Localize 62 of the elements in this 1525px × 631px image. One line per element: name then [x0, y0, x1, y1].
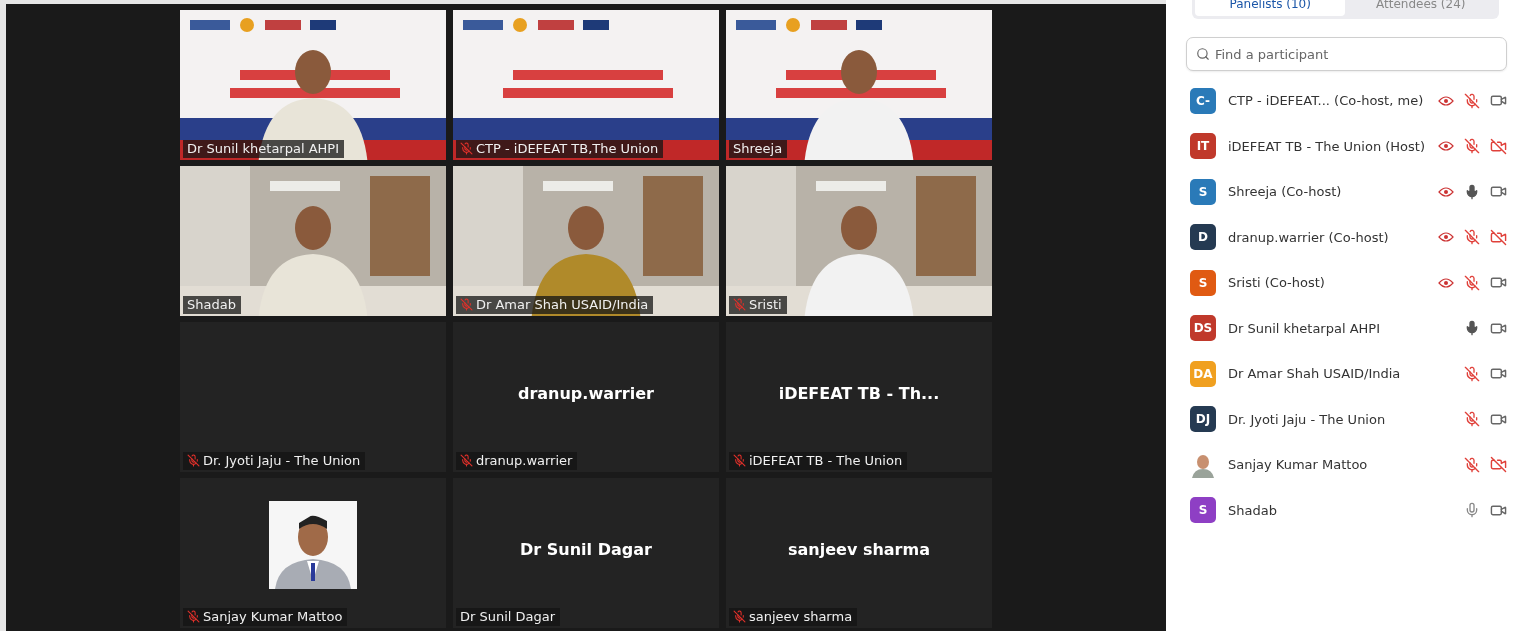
participant-label: CTP - iDEFEAT TB,The Union [475, 141, 659, 156]
participant-name: Dr Sunil Dagar [520, 539, 652, 559]
participant-label: Shadab [186, 297, 236, 312]
participant-name: Dr. Jyoti Jaju - The Union [1227, 411, 1387, 427]
video-tile[interactable]: Shadab [179, 166, 446, 316]
mic-icon[interactable] [1464, 183, 1480, 200]
participant-label: Dr Amar Shah USAID/India [475, 297, 649, 312]
avatar: C- [1189, 87, 1216, 114]
participant-name: sanjeev sharma [788, 539, 930, 559]
participant-label: iDEFEAT TB - The Union [748, 453, 903, 468]
video-tile[interactable]: Dr Sunil Dagar Dr Sunil Dagar [452, 478, 719, 628]
video-off-icon[interactable] [1489, 456, 1507, 474]
video-tile[interactable]: Dr. Jyoti Jaju - The Union [179, 322, 446, 472]
video-tile[interactable]: Sanjay Kumar Mattoo [179, 478, 446, 628]
video-tile[interactable]: Dr Sunil khetarpal AHPI [179, 10, 446, 160]
participant-name: CTP - iDEFEAT... (Co-host, me) [1227, 93, 1425, 109]
avatar: DA [1189, 360, 1216, 387]
participant-label: sanjeev sharma [748, 609, 853, 624]
participant-label: Dr. Jyoti Jaju - The Union [202, 453, 361, 468]
participant-name: Dr Amar Shah USAID/India [1227, 366, 1402, 382]
participant-label: Shreeja [732, 141, 783, 156]
participant-name: Shadab [1227, 502, 1278, 518]
participant-name: iDEFEAT TB - The Union (Host) [1227, 138, 1425, 154]
participant-label: Sristi [748, 297, 782, 312]
muted-mic-icon[interactable] [1464, 456, 1480, 473]
participant-name: Sristi (Co-host) [1227, 275, 1326, 291]
avatar: D [1189, 224, 1216, 251]
participant-name: Shreeja (Co-host) [1227, 184, 1343, 200]
avatar: IT [1189, 133, 1216, 160]
video-off-icon[interactable] [1489, 228, 1507, 246]
participant-label: Dr Sunil Dagar [459, 609, 556, 624]
video-off-icon[interactable] [1489, 137, 1507, 155]
muted-mic-icon[interactable] [1464, 138, 1480, 155]
participant-name: dranup.warrier (Co-host) [1227, 229, 1390, 245]
video-tile[interactable]: Dr Amar Shah USAID/India [452, 166, 719, 316]
video-tile[interactable]: Sristi [725, 166, 992, 316]
muted-mic-icon[interactable] [1464, 411, 1480, 428]
video-tile[interactable]: sanjeev sharma sanjeev sharma [725, 478, 992, 628]
video-tile[interactable]: Shreeja [725, 10, 992, 160]
participant-label: dranup.warrier [475, 453, 573, 468]
mic-icon[interactable] [1464, 320, 1480, 337]
participant-name: Sanjay Kumar Mattoo [1227, 457, 1369, 473]
participant-name: dranup.warrier [517, 383, 654, 403]
participant-name: iDEFEAT TB - Th... [778, 383, 940, 403]
video-tile[interactable]: CTP - iDEFEAT TB,The Union [452, 10, 719, 160]
avatar: S [1189, 497, 1216, 524]
avatar: DS [1189, 315, 1216, 342]
avatar: S [1189, 178, 1216, 205]
participant-label: Sanjay Kumar Mattoo [202, 609, 343, 624]
video-tile[interactable]: dranup.warrier dranup.warrier [452, 322, 719, 472]
muted-mic-icon[interactable] [1464, 365, 1480, 382]
participant-label: Dr Sunil khetarpal AHPI [186, 141, 340, 156]
search-field[interactable]: Find a participant [1185, 37, 1507, 71]
video-tile[interactable]: iDEFEAT TB - Th... iDEFEAT TB - The Union [725, 322, 992, 472]
muted-mic-icon[interactable] [1464, 92, 1480, 109]
muted-mic-icon[interactable] [1464, 229, 1480, 246]
participant-name: Dr Sunil khetarpal AHPI [1227, 320, 1381, 336]
search-icon [1195, 47, 1210, 61]
mic-icon[interactable] [1464, 502, 1480, 519]
muted-mic-icon[interactable] [1464, 274, 1480, 291]
avatar: DJ [1189, 406, 1216, 433]
avatar: S [1189, 269, 1216, 296]
